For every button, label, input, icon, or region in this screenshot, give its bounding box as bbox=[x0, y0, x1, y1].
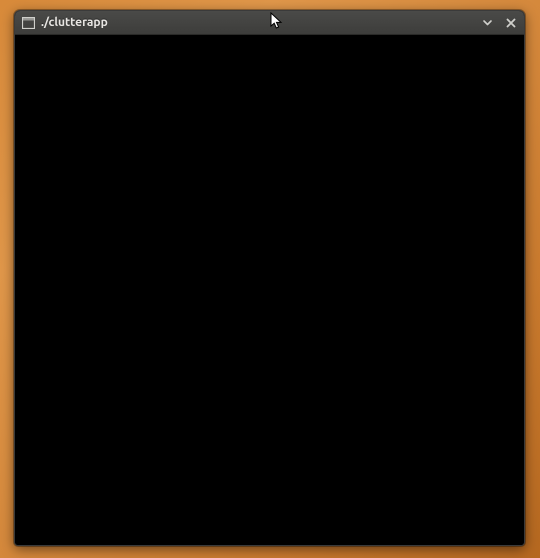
window-controls bbox=[480, 16, 518, 30]
chevron-down-icon bbox=[482, 17, 493, 28]
close-button[interactable] bbox=[504, 16, 518, 30]
window-title: ./clutterapp bbox=[41, 16, 474, 29]
app-window-icon bbox=[21, 16, 35, 30]
application-window: ./clutterapp bbox=[14, 10, 525, 546]
minimize-button[interactable] bbox=[480, 16, 494, 30]
close-icon bbox=[506, 18, 516, 28]
window-content-area bbox=[15, 35, 524, 545]
window-titlebar[interactable]: ./clutterapp bbox=[15, 11, 524, 35]
